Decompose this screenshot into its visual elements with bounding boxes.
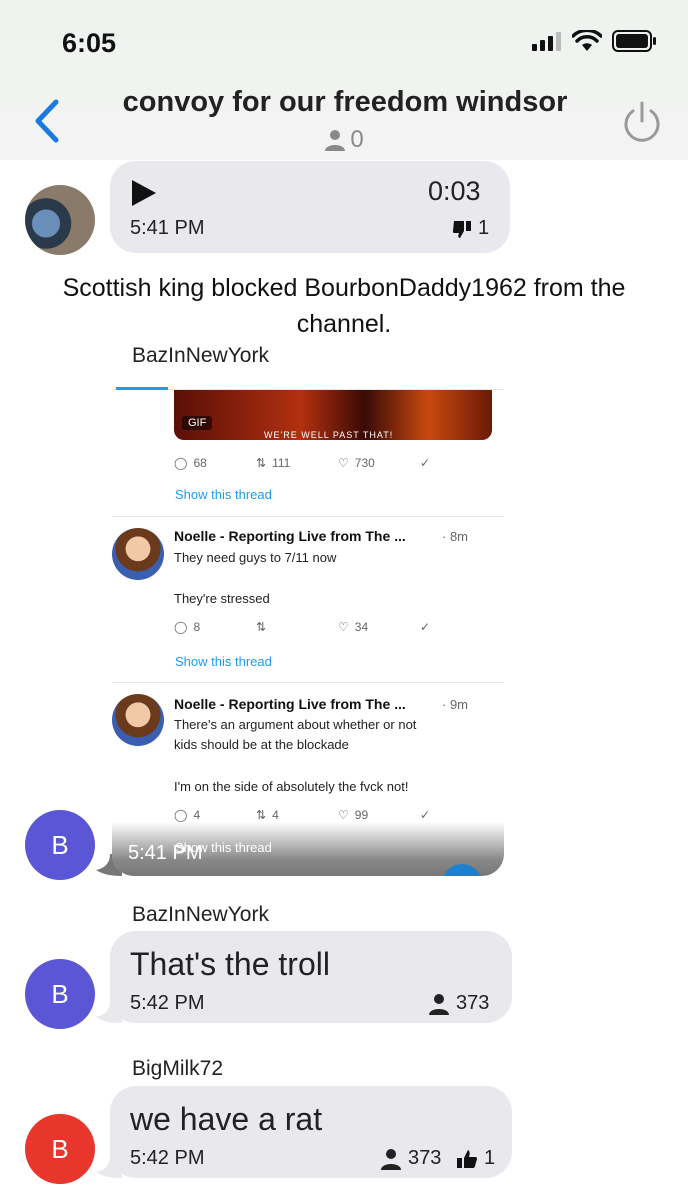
- tweet-text: kids should be at the blockade: [174, 737, 349, 752]
- seen-by: 373: [428, 992, 489, 1015]
- message-text: we have a rat: [130, 1101, 323, 1137]
- like-action: ♡ 730: [338, 456, 420, 470]
- tweet-avatar: [112, 528, 164, 580]
- person-icon: [429, 993, 449, 1015]
- retweet-action: ⇅ 111: [256, 456, 338, 470]
- sender-name: BazInNewYork: [132, 344, 269, 367]
- retweet-count: 4: [272, 808, 279, 822]
- avatar-letter: B: [51, 978, 69, 1009]
- show-thread-link: Show this thread: [175, 487, 272, 502]
- bubble-tail: [96, 1001, 122, 1023]
- active-tab-indicator: [116, 387, 168, 390]
- show-thread-link: Show this thread: [175, 654, 272, 669]
- tweet-text: They're stressed: [174, 591, 270, 606]
- heart-icon: ♡: [338, 620, 349, 634]
- tweet-age: · 9m: [442, 697, 468, 712]
- retweet-icon: ⇅: [256, 808, 267, 822]
- gif-caption: WE'RE WELL PAST THAT!: [264, 430, 394, 440]
- like-count: 34: [354, 620, 369, 634]
- avatar-letter: B: [51, 829, 69, 860]
- tweet-author: Noelle - Reporting Live from The ...: [174, 528, 406, 544]
- reply-icon: ◯: [174, 808, 188, 822]
- reply-count: 8: [193, 620, 201, 634]
- dislike-reaction[interactable]: 1: [452, 217, 489, 240]
- retweet-action: ⇅ 4: [256, 808, 338, 822]
- share-icon: ✓: [420, 620, 431, 634]
- like-count: 99: [354, 808, 369, 822]
- cellular-signal-icon: [532, 32, 561, 51]
- like-count: 730: [354, 456, 375, 470]
- battery-icon: [612, 30, 656, 52]
- avatar[interactable]: B: [25, 810, 95, 880]
- status-icons: [532, 30, 658, 52]
- dislike-count: 1: [478, 217, 490, 239]
- message-time: 5:41 PM: [130, 217, 205, 239]
- heart-icon: ♡: [338, 808, 349, 822]
- seen-count: 373: [456, 992, 490, 1014]
- channel-title: convoy for our freedom windsor: [122, 86, 568, 118]
- member-count: 0: [0, 126, 688, 154]
- sender-name: BazInNewYork: [132, 903, 269, 926]
- tweet-text: They need guys to 7/11 now: [174, 550, 337, 565]
- reply-count: 68: [193, 456, 207, 470]
- tweet-actions: ◯ 4 ⇅ 4 ♡ 99 ✓: [174, 808, 502, 822]
- avatar[interactable]: [25, 185, 95, 255]
- retweet-icon: ⇅: [256, 620, 267, 634]
- screenshot-image[interactable]: GIF WE'RE WELL PAST THAT! ◯ 68 ⇅ 111 ♡ 730 …: [112, 370, 504, 876]
- person-icon: [325, 130, 346, 151]
- like-action: ♡ 99: [338, 808, 420, 822]
- avatar-letter: B: [51, 1133, 69, 1164]
- message-text: That's the troll: [130, 946, 330, 982]
- person-icon: [381, 1148, 401, 1170]
- tweet-author: Noelle - Reporting Live from The ...: [174, 696, 406, 712]
- retweet-icon: ⇅: [256, 456, 267, 470]
- share-icon: ✓: [420, 808, 431, 822]
- like-action: ♡ 34: [338, 620, 420, 634]
- member-count-value: 0: [350, 126, 364, 153]
- system-message: Scottish king blocked BourbonDaddy1962 f…: [62, 274, 626, 338]
- wifi-icon: [572, 30, 602, 51]
- tweet-actions: ◯ 68 ⇅ 111 ♡ 730 ✓: [174, 456, 502, 470]
- tweet-text: There's an argument about whether or not: [174, 717, 417, 732]
- reply-action: ◯ 8: [174, 620, 256, 634]
- message-time: 5:41 PM: [128, 842, 203, 864]
- avatar[interactable]: B: [25, 1114, 95, 1184]
- reply-icon: ◯: [174, 456, 188, 470]
- tweet-avatar: [112, 694, 164, 746]
- avatar[interactable]: B: [25, 959, 95, 1029]
- sender-name: BigMilk72: [132, 1057, 224, 1080]
- gif-image: GIF WE'RE WELL PAST THAT!: [174, 390, 492, 440]
- message-time: 5:42 PM: [130, 1147, 205, 1169]
- thumbs-up-icon: [457, 1149, 477, 1168]
- reply-icon: ◯: [174, 620, 188, 634]
- reply-action: ◯ 4: [174, 808, 256, 822]
- gif-badge: GIF: [182, 416, 213, 430]
- bubble-tail: [96, 1156, 122, 1178]
- retweet-action: ⇅: [256, 620, 338, 634]
- message-time: 5:42 PM: [130, 992, 205, 1014]
- retweet-count: 111: [272, 456, 291, 470]
- tweet-text: I'm on the side of absolutely the fvck n…: [174, 779, 409, 794]
- heart-icon: ♡: [338, 456, 349, 470]
- play-icon[interactable]: [130, 178, 158, 208]
- tweet-age: · 8m: [442, 529, 468, 544]
- navigation-bar: 6:05 convoy for our freedom windsor 0: [0, 0, 688, 160]
- like-reaction[interactable]: 1: [456, 1147, 495, 1170]
- power-icon[interactable]: [620, 100, 664, 144]
- tweet-actions: ◯ 8 ⇅ ♡ 34 ✓: [174, 620, 502, 634]
- status-time: 6:05: [62, 28, 117, 58]
- like-count: 1: [484, 1147, 496, 1169]
- thumbs-down-icon: [453, 220, 471, 238]
- voice-duration: 0:03: [428, 176, 481, 206]
- share-icon: ✓: [420, 456, 431, 470]
- divider: [112, 516, 504, 517]
- seen-by: 373: [380, 1147, 441, 1170]
- reply-action: ◯ 68: [174, 456, 256, 470]
- divider: [112, 682, 504, 683]
- reply-count: 4: [193, 808, 201, 822]
- seen-count: 373: [408, 1147, 442, 1169]
